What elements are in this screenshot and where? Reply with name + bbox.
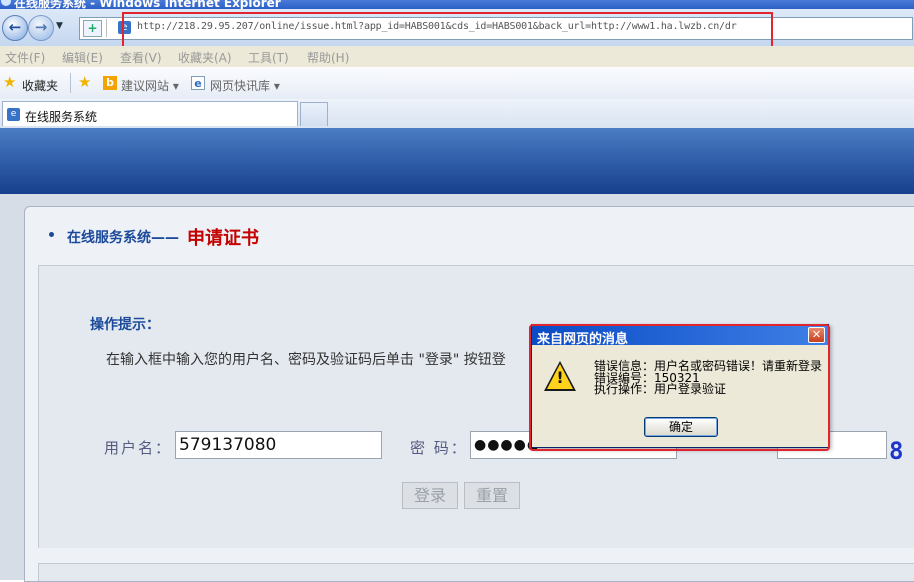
reset-button[interactable]: 重置 bbox=[464, 482, 520, 509]
add-favorite-icon[interactable]: ★ bbox=[78, 75, 91, 90]
window-title: 在线服务系统 - Windows Internet Explorer bbox=[14, 0, 281, 9]
favorites-divider bbox=[70, 73, 71, 93]
captcha-image[interactable]: 8 bbox=[889, 437, 903, 465]
menu-bar: 文件(F) 编辑(E) 查看(V) 收藏夹(A) 工具(T) 帮助(H) bbox=[0, 46, 914, 68]
tab-online-service[interactable]: e 在线服务系统 bbox=[2, 101, 298, 126]
history-dropdown-icon[interactable]: ▼ bbox=[56, 21, 63, 31]
ie-icon bbox=[1, 0, 11, 6]
page-banner bbox=[0, 128, 914, 194]
tab-strip: e 在线服务系统 bbox=[0, 99, 914, 129]
address-separator bbox=[106, 19, 107, 37]
suggested-sites-label: 建议网站 bbox=[121, 79, 170, 93]
section-subtitle: 申请证书 bbox=[187, 228, 259, 249]
lower-panel bbox=[38, 563, 914, 581]
window-title-bar: 在线服务系统 - Windows Internet Explorer bbox=[0, 0, 914, 9]
bing-icon: b bbox=[103, 76, 117, 90]
hint-text: 在输入框中输入您的用户名、密码及验证码后单击 "登录" 按钮登 bbox=[106, 352, 506, 368]
menu-favorites[interactable]: 收藏夹(A) bbox=[178, 49, 232, 66]
web-slice-label: 网页快讯库 bbox=[210, 79, 271, 93]
section-bullet bbox=[49, 232, 54, 237]
tab-favicon-icon: e bbox=[7, 108, 20, 121]
favorites-star-icon: ★ bbox=[3, 73, 17, 91]
forward-button[interactable]: → bbox=[28, 15, 54, 41]
menu-help[interactable]: 帮助(H) bbox=[307, 49, 349, 66]
compat-view-icon[interactable]: + bbox=[83, 20, 102, 37]
tab-title: 在线服务系统 bbox=[25, 110, 98, 124]
back-button[interactable]: ← bbox=[2, 15, 28, 41]
section-title: 在线服务系统—— bbox=[67, 230, 179, 246]
favorites-bar: ★ 收藏夹 ★ b 建议网站 ▾ e 网页快讯库 ▾ bbox=[0, 67, 914, 100]
menu-view[interactable]: 查看(V) bbox=[120, 49, 162, 66]
suggested-sites-link[interactable]: 建议网站 ▾ bbox=[121, 77, 179, 94]
password-label: 密 码： bbox=[410, 439, 468, 457]
new-tab-button[interactable] bbox=[300, 102, 328, 126]
username-input[interactable]: 579137080 bbox=[175, 431, 382, 459]
menu-file[interactable]: 文件(F) bbox=[5, 49, 45, 66]
menu-edit[interactable]: 编辑(E) bbox=[62, 49, 103, 66]
login-button[interactable]: 登录 bbox=[402, 482, 458, 509]
favorites-button[interactable]: 收藏夹 bbox=[22, 77, 58, 94]
web-slice-link[interactable]: 网页快讯库 ▾ bbox=[210, 77, 280, 94]
menu-tools[interactable]: 工具(T) bbox=[248, 49, 289, 66]
username-label: 用户名： bbox=[104, 439, 173, 457]
hint-title: 操作提示： bbox=[90, 317, 160, 333]
dialog-highlight-box bbox=[529, 324, 830, 451]
web-slice-icon: e bbox=[191, 76, 205, 90]
